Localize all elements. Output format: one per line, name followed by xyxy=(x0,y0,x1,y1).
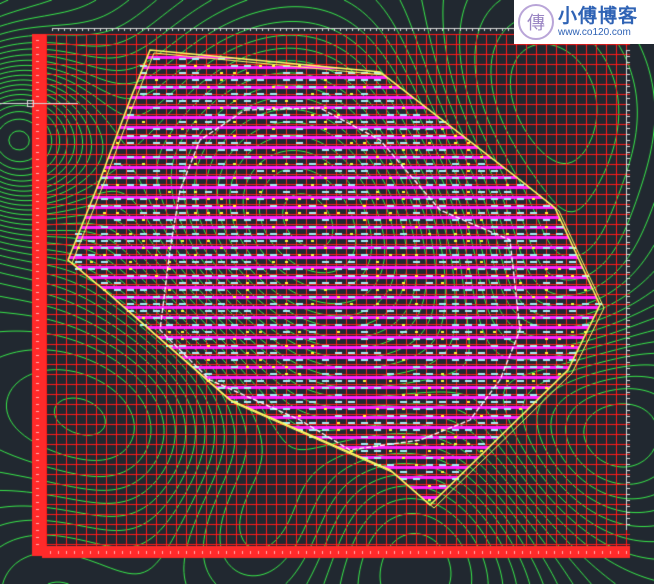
watermark-url: www.co120.com xyxy=(558,27,631,38)
site-watermark: 傳 小傅博客 www.co120.com xyxy=(514,0,654,44)
watermark-title: 小傅博客 xyxy=(558,5,639,27)
watermark-text: 小傅博客 www.co120.com xyxy=(558,5,638,39)
blog-logo-icon: 傳 xyxy=(518,4,554,40)
cad-drawing-viewport[interactable] xyxy=(0,0,654,584)
